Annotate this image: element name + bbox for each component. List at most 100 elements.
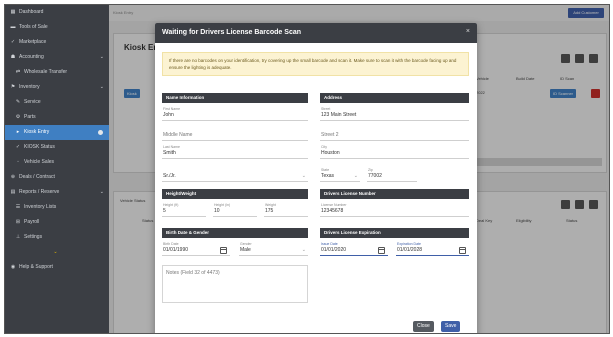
sidebar-item-payroll[interactable]: ⊞ Payroll <box>5 215 109 230</box>
list-icon: ☰ <box>15 204 21 210</box>
field-value: 5 <box>163 208 166 214</box>
weight-field[interactable]: Weight 175 <box>264 203 308 217</box>
field-value: 10 <box>214 208 220 214</box>
sidebar-item-label: Settings <box>24 234 43 240</box>
gender-select[interactable]: Gender Male ⌄ <box>239 242 308 256</box>
zip-field[interactable]: Zip 77002 <box>367 168 417 182</box>
field-label: Issue Date <box>321 242 338 246</box>
sidebar-item-more[interactable]: ⌄ <box>5 245 109 260</box>
sidebar-item-label: KIOSK Status <box>24 144 55 150</box>
middle-name-field[interactable]: Middle Name <box>162 127 308 141</box>
sidebar-item-label: Vehicle Sales <box>24 159 55 165</box>
close-icon[interactable]: × <box>466 28 470 35</box>
active-indicator <box>98 130 103 135</box>
chevron-down-icon: ⌄ <box>301 247 306 253</box>
field-label: Height (ft) <box>163 203 179 207</box>
last-name-field[interactable]: Last Name Smith <box>162 145 308 159</box>
marketplace-icon: ✓ <box>10 39 16 45</box>
sidebar-item-label: Deals / Contract <box>19 174 55 180</box>
sidebar-item-accounting[interactable]: ☗ Accounting ⌄ <box>5 50 109 65</box>
accounting-icon: ☗ <box>10 54 16 60</box>
sidebar-item-label: Marketplace <box>19 39 47 45</box>
height-section-header: Height/Weight <box>162 189 308 199</box>
address-section-header: Address <box>320 93 469 103</box>
sidebar-item-label: Kiosk Entry <box>24 129 50 135</box>
sidebar-item-inventory-lists[interactable]: ☰ Inventory Lists <box>5 200 109 215</box>
calendar-icon[interactable] <box>459 247 466 254</box>
barcode-scan-dialog: Waiting for Drivers License Barcode Scan… <box>155 23 477 333</box>
field-value: 175 <box>265 208 274 214</box>
field-label: Weight <box>265 203 276 207</box>
street2-field[interactable]: Street 2 <box>320 127 469 141</box>
calendar-icon[interactable] <box>220 247 227 254</box>
chevron-down-icon: ⌄ <box>301 173 306 179</box>
issue-date-field[interactable]: Issue Date 01/01/2020 <box>320 242 388 256</box>
check-icon: ✓ <box>15 144 21 150</box>
parts-icon: ⚙ <box>15 114 21 120</box>
field-label: Expiration Date <box>397 242 421 246</box>
field-value: 123 Main Street <box>321 112 357 118</box>
save-button[interactable]: Save <box>441 321 461 332</box>
sidebar-item-wholesale-transfer[interactable]: ⇄ Wholesale Transfer <box>5 65 109 80</box>
name-section-header: Name Information <box>162 93 308 103</box>
sidebar-item-dashboard[interactable]: ▦ Dashboard <box>5 5 109 20</box>
dialog-title: Waiting for Drivers License Barcode Scan <box>162 29 302 36</box>
calendar-icon[interactable] <box>378 247 385 254</box>
sidebar-item-vehicle-sales[interactable]: ◦ Vehicle Sales <box>5 155 109 170</box>
birth-date-field[interactable]: Birth Date 01/01/1990 <box>162 242 230 256</box>
sidebar-item-deals-contract[interactable]: ⊕ Deals / Contract <box>5 170 109 185</box>
field-label: Birth Date <box>163 242 179 246</box>
field-label: Height (in) <box>214 203 231 207</box>
height-in-field[interactable]: Height (in) 10 <box>213 203 257 217</box>
license-number-field[interactable]: License Number 12345678 <box>320 203 469 217</box>
field-label: Street <box>321 107 331 111</box>
sidebar-item-settings[interactable]: ⊥ Settings <box>5 230 109 245</box>
payroll-icon: ⊞ <box>15 219 21 225</box>
chevron-down-icon: ⌄ <box>99 54 104 60</box>
field-value: Male <box>240 247 251 253</box>
sidebar-item-label: Service <box>24 99 41 105</box>
first-name-field[interactable]: First Name John <box>162 107 308 121</box>
sidebar-item-tools-of-sale[interactable]: ▬ Tools of Sale <box>5 20 109 35</box>
state-select[interactable]: State Texas ⌄ <box>320 168 360 182</box>
sidebar-item-label: Wholesale Transfer <box>24 69 68 75</box>
kiosk-icon: ▸ <box>16 129 20 135</box>
transfer-icon: ⇄ <box>15 69 21 75</box>
sidebar-item-marketplace[interactable]: ✓ Marketplace <box>5 35 109 50</box>
sidebar-item-service[interactable]: ✎ Service <box>5 95 109 110</box>
sidebar-item-label: Help & Support <box>19 264 53 270</box>
sidebar-item-reports-reserve[interactable]: ▤ Reports / Reserve ⌄ <box>5 185 109 200</box>
close-button[interactable]: Close <box>413 321 434 332</box>
sidebar-item-help-support[interactable]: ◉ Help & Support <box>5 260 109 275</box>
sidebar: ▦ Dashboard ▬ Tools of Sale ✓ Marketplace ☗ Acc… <box>5 5 109 333</box>
field-value: 77002 <box>368 173 382 179</box>
field-label: State <box>321 168 330 172</box>
sidebar-item-inventory[interactable]: ⚑ Inventory ⌄ <box>5 80 109 95</box>
field-label: First Name <box>163 107 181 111</box>
tools-icon: ▬ <box>10 24 16 30</box>
sidebar-item-kiosk-entry[interactable]: ▸ Kiosk Entry <box>5 125 109 140</box>
help-icon: ◉ <box>10 264 16 270</box>
sidebar-item-label: Inventory Lists <box>24 204 57 210</box>
field-value: John <box>163 112 174 118</box>
field-label: Zip <box>368 168 373 172</box>
field-value: Smith <box>163 150 176 156</box>
sidebar-item-label: Dashboard <box>19 9 44 15</box>
chevron-down-icon: ⌄ <box>99 189 104 195</box>
city-field[interactable]: City Houston <box>320 145 469 159</box>
chevron-down-icon: ⌄ <box>99 84 104 90</box>
inventory-icon: ⚑ <box>10 84 16 90</box>
vehicle-icon: ◦ <box>17 159 19 165</box>
license-number-section-header: Drivers License Number <box>320 189 469 199</box>
field-placeholder: Notes (Field 32 of 4473) <box>166 270 220 276</box>
field-label: Last Name <box>163 145 180 149</box>
sidebar-item-label: Accounting <box>19 54 44 60</box>
height-ft-field[interactable]: Height (ft) 5 <box>162 203 206 217</box>
sidebar-item-parts[interactable]: ⚙ Parts <box>5 110 109 125</box>
notes-textarea[interactable]: Notes (Field 32 of 4473) <box>162 265 308 303</box>
sidebar-item-kiosk-status[interactable]: ✓ KIOSK Status <box>5 140 109 155</box>
street-field[interactable]: Street 123 Main Street <box>320 107 469 121</box>
expiration-date-field[interactable]: Expiration Date 01/01/2028 <box>396 242 469 256</box>
suffix-select[interactable]: Sr./Jr. ⌄ <box>162 168 308 182</box>
sidebar-item-label: Tools of Sale <box>19 24 48 30</box>
